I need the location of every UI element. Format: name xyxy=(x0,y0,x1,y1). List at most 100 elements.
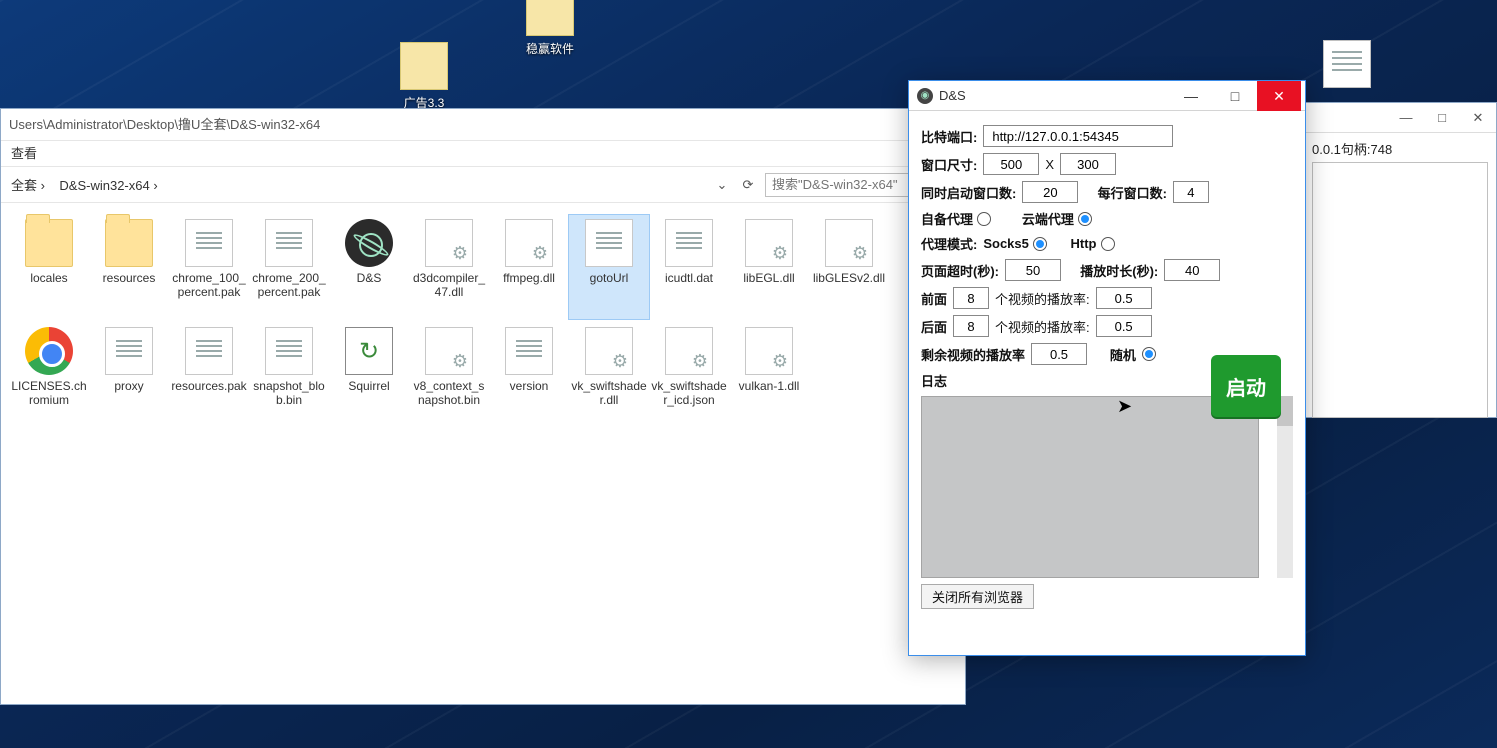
front-rate-input[interactable] xyxy=(1096,287,1152,309)
desktop-icon[interactable]: 稳赢软件 xyxy=(505,0,595,57)
squirrel-icon xyxy=(345,327,393,375)
maximize-button[interactable]: □ xyxy=(1424,110,1460,125)
timeout-input[interactable] xyxy=(1005,259,1061,281)
txt-icon xyxy=(585,219,633,267)
gear-icon xyxy=(425,327,473,375)
log-output xyxy=(921,396,1259,578)
file-item[interactable]: libEGL.dll xyxy=(729,215,809,319)
file-item[interactable]: libGLESv2.dll xyxy=(809,215,889,319)
label-per-line: 每行窗口数: xyxy=(1098,183,1167,202)
file-name: vulkan-1.dll xyxy=(729,379,809,393)
back-rate-input[interactable] xyxy=(1096,315,1152,337)
file-item[interactable]: vulkan-1.dll xyxy=(729,323,809,427)
txt-icon xyxy=(185,327,233,375)
file-name: d3dcompiler_47.dll xyxy=(409,271,489,299)
chrome-icon xyxy=(25,327,73,375)
label-concurrent: 同时启动窗口数: xyxy=(921,183,1016,202)
file-name: v8_context_snapshot.bin xyxy=(409,379,489,407)
file-item[interactable]: v8_context_snapshot.bin xyxy=(409,323,489,427)
button-label: 关闭所有浏览器 xyxy=(932,590,1023,605)
radio-dot-icon xyxy=(1101,237,1115,251)
gear-icon xyxy=(425,219,473,267)
width-input[interactable] xyxy=(983,153,1039,175)
file-item[interactable]: vk_swiftshader_icd.json xyxy=(649,323,729,427)
notepad-textarea[interactable] xyxy=(1312,162,1488,418)
label-timeout: 页面超时(秒): xyxy=(921,261,999,280)
file-name: locales xyxy=(9,271,89,285)
file-item[interactable]: chrome_100_percent.pak xyxy=(169,215,249,319)
file-item[interactable]: version xyxy=(489,323,569,427)
close-button[interactable]: ✕ xyxy=(1257,81,1301,111)
explorer-titlebar[interactable]: Users\Administrator\Desktop\撸U全套\D&S-win… xyxy=(1,109,965,141)
radio-self-proxy[interactable]: 自备代理 xyxy=(921,209,991,228)
file-name: LICENSES.chromium xyxy=(9,379,89,407)
port-input[interactable] xyxy=(983,125,1173,147)
file-grid: localesresourceschrome_100_percent.pakch… xyxy=(1,203,965,439)
desktop-icon[interactable]: 广告3.3 xyxy=(379,42,469,111)
gear-icon xyxy=(505,219,553,267)
file-item[interactable]: resources xyxy=(89,215,169,319)
file-item[interactable]: locales xyxy=(9,215,89,319)
label-back2: 个视频的播放率: xyxy=(995,317,1090,336)
file-name: proxy xyxy=(89,379,169,393)
file-item[interactable]: vk_swiftshader.dll xyxy=(569,323,649,427)
file-name: ffmpeg.dll xyxy=(489,271,569,285)
file-item[interactable]: icudtl.dat xyxy=(649,215,729,319)
label-play-dur: 播放时长(秒): xyxy=(1080,261,1158,280)
minimize-button[interactable]: — xyxy=(1388,110,1424,125)
label-proxy-mode: 代理模式: xyxy=(921,234,977,253)
radio-label: Http xyxy=(1071,236,1097,251)
document-icon xyxy=(1323,40,1371,88)
round-icon xyxy=(345,219,393,267)
concurrent-input[interactable] xyxy=(1022,181,1078,203)
play-dur-input[interactable] xyxy=(1164,259,1220,281)
radio-http[interactable]: Http xyxy=(1071,236,1115,251)
file-name: vk_swiftshader.dll xyxy=(569,379,649,407)
file-name: icudtl.dat xyxy=(649,271,729,285)
file-item[interactable]: d3dcompiler_47.dll xyxy=(409,215,489,319)
folder-icon xyxy=(105,219,153,267)
refresh-icon[interactable]: ⟳ xyxy=(739,176,757,194)
file-name: D&S xyxy=(329,271,409,285)
file-item[interactable]: gotoUrl xyxy=(569,215,649,319)
radio-label: 云端代理 xyxy=(1022,209,1074,228)
chevron-down-icon[interactable]: ⌄ xyxy=(713,176,731,194)
file-item[interactable]: proxy xyxy=(89,323,169,427)
file-item[interactable]: Squirrel xyxy=(329,323,409,427)
file-item[interactable]: snapshot_blob.bin xyxy=(249,323,329,427)
file-name: libGLESv2.dll xyxy=(809,271,889,285)
maximize-button[interactable]: □ xyxy=(1213,81,1257,111)
file-item[interactable]: LICENSES.chromium xyxy=(9,323,89,427)
rest-rate-input[interactable] xyxy=(1031,343,1087,365)
front-n-input[interactable] xyxy=(953,287,989,309)
breadcrumb[interactable]: 全套 › D&S-win32-x64 › xyxy=(11,175,705,194)
file-item[interactable]: ffmpeg.dll xyxy=(489,215,569,319)
file-item[interactable]: chrome_200_percent.pak xyxy=(249,215,329,319)
close-all-browsers-button[interactable]: 关闭所有浏览器 xyxy=(921,584,1034,609)
radio-socks5[interactable]: Socks5 xyxy=(983,236,1047,251)
start-button[interactable]: 启动 xyxy=(1211,355,1281,417)
radio-random[interactable] xyxy=(1142,347,1156,361)
back-n-input[interactable] xyxy=(953,315,989,337)
ds-titlebar[interactable]: ◉ D&S — □ ✕ xyxy=(909,81,1305,111)
file-item[interactable]: resources.pak xyxy=(169,323,249,427)
close-button[interactable]: ✕ xyxy=(1460,110,1496,126)
radio-dot-icon xyxy=(1033,237,1047,251)
file-item[interactable]: D&S xyxy=(329,215,409,319)
file-name: chrome_100_percent.pak xyxy=(169,271,249,299)
desktop-icon[interactable] xyxy=(1302,40,1392,92)
explorer-menu-view[interactable]: 查看 xyxy=(1,141,965,167)
ds-app-window: ◉ D&S — □ ✕ 比特端口: 窗口尺寸: X 同时启动窗口数: 每行窗口数… xyxy=(908,80,1306,656)
file-name: snapshot_blob.bin xyxy=(249,379,329,407)
per-line-input[interactable] xyxy=(1173,181,1209,203)
gear-icon xyxy=(745,327,793,375)
label-front: 前面 xyxy=(921,289,947,308)
notepad-titlebar[interactable]: — □ ✕ xyxy=(1304,103,1496,133)
radio-cloud-proxy[interactable]: 云端代理 xyxy=(1022,209,1092,228)
txt-icon xyxy=(665,219,713,267)
label-port: 比特端口: xyxy=(921,127,977,146)
scrollbar[interactable] xyxy=(1277,396,1293,578)
file-name: version xyxy=(489,379,569,393)
minimize-button[interactable]: — xyxy=(1169,81,1213,111)
height-input[interactable] xyxy=(1060,153,1116,175)
